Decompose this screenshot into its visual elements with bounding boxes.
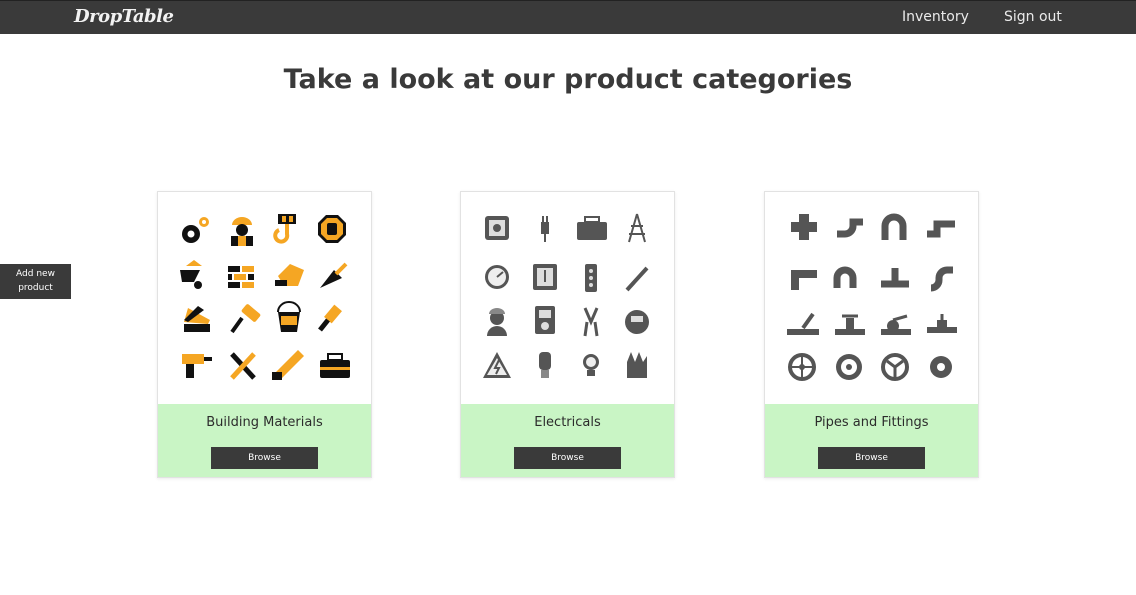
- trowel-icon: [320, 262, 348, 288]
- level-tag-icon: [275, 264, 304, 286]
- worker-icon: [231, 217, 253, 246]
- pipe-tee-icon: [881, 268, 909, 288]
- brand-logo[interactable]: DropTable: [74, 6, 174, 27]
- navbar: DropTable Inventory Sign out: [0, 0, 1136, 34]
- pipes-and-fittings-image: [765, 192, 978, 404]
- category-card-pipes-and-fittings: Pipes and Fittings Browse: [764, 191, 979, 478]
- pipe-cross-icon: [791, 214, 817, 240]
- pipe-bend-icon: [837, 218, 863, 238]
- category-card-electricals: Electricals Browse: [460, 191, 675, 478]
- card-footer: Electricals Browse: [461, 404, 674, 477]
- pliers-icon: [583, 307, 599, 337]
- screwdriver-icon: [625, 266, 649, 292]
- pipe-elbow-icon: [791, 270, 817, 290]
- electrical-icons-grid: [483, 213, 649, 378]
- socket-icon: [485, 216, 509, 240]
- wheelbarrow-icon: [180, 260, 202, 289]
- category-name: Pipes and Fittings: [814, 415, 929, 430]
- category-name: Building Materials: [206, 415, 323, 430]
- pipe-offset-icon: [927, 220, 955, 238]
- meter-gauge-icon: [485, 265, 509, 289]
- valve-wheel-icon: [788, 353, 816, 381]
- browse-button[interactable]: Browse: [514, 447, 621, 469]
- color-swatch-icon: [184, 306, 210, 332]
- gloves-icon: [627, 352, 647, 378]
- saw-icon: [272, 350, 304, 380]
- card-footer: Pipes and Fittings Browse: [765, 404, 978, 477]
- stop-hand-icon: [318, 215, 346, 243]
- electrician-icon: [487, 308, 507, 336]
- pipe-valve-icon: [927, 314, 957, 333]
- bricks-icon: [228, 266, 254, 288]
- drill-icon: [182, 354, 212, 378]
- gear-icon: [182, 217, 209, 243]
- handwheel-icon: [881, 353, 909, 381]
- pipe-u-bend-icon: [881, 213, 907, 240]
- crane-hook-icon: [273, 214, 296, 244]
- cfl-bulb-icon: [539, 352, 551, 378]
- construction-icons-grid: [180, 214, 350, 380]
- pipe-double-bend-icon: [833, 266, 857, 288]
- light-bulb-icon: [583, 354, 599, 376]
- pipe-s-bend-icon: [930, 266, 953, 292]
- browse-button[interactable]: Browse: [818, 447, 925, 469]
- power-tower-icon: [628, 213, 646, 243]
- category-card-building-materials: Building Materials Browse: [157, 191, 372, 478]
- gate-valve-icon: [835, 314, 865, 335]
- ball-valve-icon: [881, 314, 911, 335]
- nav-signout-link[interactable]: Sign out: [1004, 9, 1062, 25]
- pipe-cutter-icon: [787, 312, 819, 335]
- multimeter-icon: [535, 306, 555, 334]
- high-voltage-icon: [483, 352, 511, 378]
- nav-inventory-link[interactable]: Inventory: [902, 9, 969, 25]
- power-strip-icon: [585, 264, 597, 292]
- plug-icon: [541, 216, 549, 242]
- add-new-product-button[interactable]: Add new product: [0, 264, 71, 299]
- switch-panel-icon: [533, 264, 557, 290]
- pipe-icons-grid: [787, 213, 957, 381]
- category-name: Electricals: [534, 415, 601, 430]
- paint-brush-icon: [318, 304, 342, 332]
- toolbox-icon: [320, 353, 350, 378]
- toolbox-icon: [577, 216, 607, 240]
- paint-roller-icon: [230, 304, 261, 334]
- spoked-wheel-icon: [836, 354, 862, 380]
- wrench-screwdriver-icon: [230, 352, 256, 380]
- card-footer: Building Materials Browse: [158, 404, 371, 477]
- flower-handle-icon: [930, 356, 952, 378]
- browse-button[interactable]: Browse: [211, 447, 318, 469]
- page-title: Take a look at our product categories: [283, 64, 853, 95]
- paint-bucket-icon: [277, 301, 301, 332]
- electric-meter-icon: [625, 310, 649, 334]
- electricals-image: [461, 192, 674, 404]
- building-materials-image: [158, 192, 371, 404]
